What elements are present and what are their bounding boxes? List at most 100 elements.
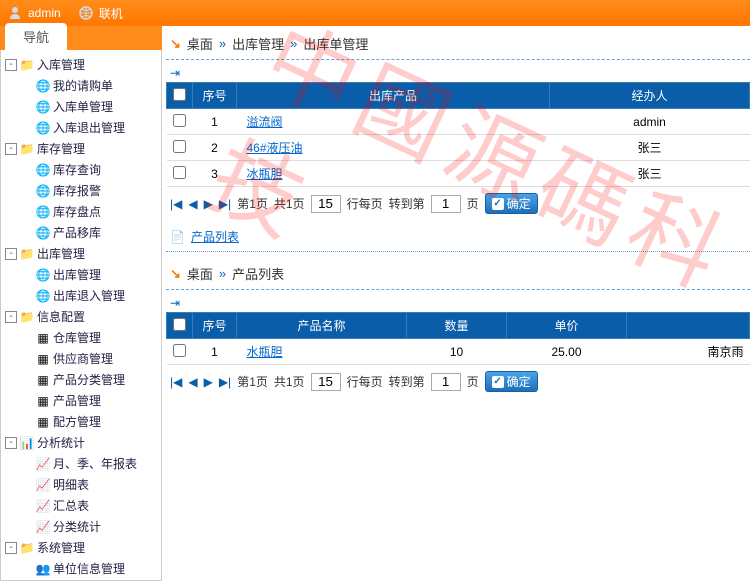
- divider: [166, 289, 750, 290]
- tree-node[interactable]: ▦供应商管理: [3, 348, 159, 369]
- collapse-toggle[interactable]: ⇥: [166, 64, 750, 82]
- tree-node[interactable]: -📁入库管理: [3, 54, 159, 75]
- chart-icon: 📈: [35, 478, 51, 492]
- bc-item[interactable]: 产品列表: [232, 264, 284, 283]
- table-row: 1溢流阀admin: [167, 109, 750, 135]
- cell-handler: 张三: [550, 135, 750, 161]
- next-page-button[interactable]: ▶: [204, 375, 213, 389]
- rows-per-page-input[interactable]: [311, 195, 341, 213]
- folder-yellow-icon: 📁: [19, 541, 35, 555]
- expand-icon[interactable]: -: [5, 311, 17, 323]
- breadcrumb-arrow-icon: ↘: [170, 266, 181, 282]
- bc-item[interactable]: 出库管理: [232, 34, 284, 53]
- folder-orange-icon: 📁: [19, 310, 35, 324]
- expand-icon[interactable]: -: [5, 437, 17, 449]
- doc-icon: 🌐: [35, 121, 51, 135]
- product-list-link[interactable]: 产品列表: [191, 228, 239, 245]
- last-page-button[interactable]: ▶|: [219, 197, 231, 211]
- expand-icon[interactable]: -: [5, 542, 17, 554]
- network-icon: [79, 6, 93, 20]
- topbar-username: admin: [28, 6, 61, 20]
- tree-node[interactable]: 📈月、季、年报表: [3, 453, 159, 474]
- cell-product-link[interactable]: 46#液压油: [237, 135, 550, 161]
- cell-qty: 10: [407, 339, 507, 365]
- tree-node[interactable]: 📈明细表: [3, 474, 159, 495]
- bc-item[interactable]: 桌面: [187, 264, 213, 283]
- tree-node[interactable]: 👥部门信息管理: [3, 579, 159, 580]
- cell-price: 25.00: [507, 339, 627, 365]
- rows-label: 行每页: [347, 373, 383, 390]
- tree-node[interactable]: -📁出库管理: [3, 243, 159, 264]
- tree-node[interactable]: 🌐出库管理: [3, 264, 159, 285]
- tree-node[interactable]: 🌐库存盘点: [3, 201, 159, 222]
- row-checkbox[interactable]: [173, 344, 186, 357]
- folder-green-icon: 📁: [19, 142, 35, 156]
- tree-node[interactable]: -📊分析统计: [3, 432, 159, 453]
- doc-icon: 🌐: [35, 184, 51, 198]
- tree-node[interactable]: 📈分类统计: [3, 516, 159, 537]
- cell-product-link[interactable]: 冰瓶胆: [237, 161, 550, 187]
- tree-node[interactable]: 🌐入库单管理: [3, 96, 159, 117]
- cell-product-link[interactable]: 溢流阀: [237, 109, 550, 135]
- tree-node[interactable]: ▦产品管理: [3, 390, 159, 411]
- col-no: 序号: [193, 83, 237, 109]
- bc-item[interactable]: 出库单管理: [303, 34, 368, 53]
- tree-node[interactable]: ▦仓库管理: [3, 327, 159, 348]
- tree-node[interactable]: 🌐库存报警: [3, 180, 159, 201]
- grid-icon: ▦: [35, 415, 51, 429]
- nav-tab[interactable]: 导航: [5, 23, 67, 50]
- first-page-button[interactable]: |◀: [170, 197, 182, 211]
- table-row: 1水瓶胆1025.00南京雨: [167, 339, 750, 365]
- grid-icon: ▦: [35, 373, 51, 387]
- row-checkbox[interactable]: [173, 140, 186, 153]
- tree-node[interactable]: -📁库存管理: [3, 138, 159, 159]
- row-checkbox[interactable]: [173, 166, 186, 179]
- confirm-button[interactable]: 确定: [485, 371, 538, 392]
- grid-icon: ▦: [35, 394, 51, 408]
- expand-icon[interactable]: -: [5, 59, 17, 71]
- tree-node[interactable]: 👥单位信息管理: [3, 558, 159, 579]
- prev-page-button[interactable]: ◀: [188, 375, 197, 389]
- goto-page-input[interactable]: [431, 195, 461, 213]
- col-product: 出库产品: [237, 83, 550, 109]
- first-page-button[interactable]: |◀: [170, 375, 182, 389]
- total-info: 共1页: [274, 195, 305, 212]
- cell-no: 1: [193, 109, 237, 135]
- expand-icon[interactable]: -: [5, 248, 17, 260]
- tree-node[interactable]: 🌐库存查询: [3, 159, 159, 180]
- row-checkbox[interactable]: [173, 114, 186, 127]
- tree-node[interactable]: 🌐产品移库: [3, 222, 159, 243]
- cell-handler: admin: [550, 109, 750, 135]
- tree-label: 系统管理: [37, 539, 85, 556]
- select-all-checkbox[interactable]: [173, 88, 186, 101]
- col-price: 单价: [507, 313, 627, 339]
- tree-node[interactable]: 🌐我的请购单: [3, 75, 159, 96]
- page-info: 第1页: [237, 195, 268, 212]
- tree-label: 信息配置: [37, 308, 85, 325]
- tree-label: 入库单管理: [53, 98, 113, 115]
- tree-label: 明细表: [53, 476, 89, 493]
- tree-node[interactable]: 🌐入库退出管理: [3, 117, 159, 138]
- doc-icon: 🌐: [35, 268, 51, 282]
- rows-per-page-input[interactable]: [311, 373, 341, 391]
- tree-node[interactable]: ▦配方管理: [3, 411, 159, 432]
- cell-name-link[interactable]: 水瓶胆: [237, 339, 407, 365]
- tree-label: 出库退入管理: [53, 287, 125, 304]
- tree-node[interactable]: -📁系统管理: [3, 537, 159, 558]
- tree-node[interactable]: -📁信息配置: [3, 306, 159, 327]
- goto-page-input[interactable]: [431, 373, 461, 391]
- tree-node[interactable]: ▦产品分类管理: [3, 369, 159, 390]
- last-page-button[interactable]: ▶|: [219, 375, 231, 389]
- next-page-button[interactable]: ▶: [204, 197, 213, 211]
- content: 中國源碼科技 ↘ 桌面 » 出库管理 » 出库单管理 ⇥ 序号 出库产品 经办人…: [162, 26, 750, 582]
- collapse-toggle[interactable]: ⇥: [166, 294, 750, 312]
- bc-item[interactable]: 桌面: [187, 34, 213, 53]
- tree-node[interactable]: 🌐出库退入管理: [3, 285, 159, 306]
- prev-page-button[interactable]: ◀: [188, 197, 197, 211]
- confirm-button[interactable]: 确定: [485, 193, 538, 214]
- expand-icon[interactable]: -: [5, 143, 17, 155]
- col-no: 序号: [193, 313, 237, 339]
- grid-icon: ▦: [35, 331, 51, 345]
- select-all-checkbox[interactable]: [173, 318, 186, 331]
- tree-node[interactable]: 📈汇总表: [3, 495, 159, 516]
